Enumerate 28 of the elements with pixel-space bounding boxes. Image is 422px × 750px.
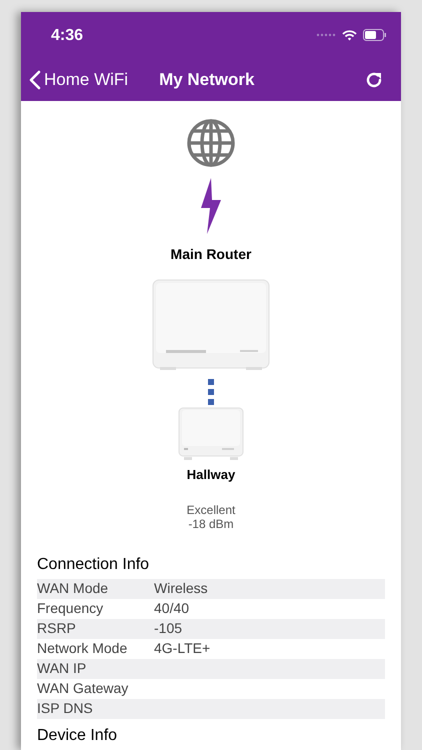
info-label: Frequency: [37, 599, 104, 618]
info-label: WAN Gateway: [37, 679, 130, 698]
info-label: WAN Mode: [37, 579, 110, 598]
section-title: Device Info: [37, 726, 118, 746]
device-name: Main Router: [170, 245, 252, 264]
info-value: 4G-LTE+: [154, 639, 210, 658]
chevron-left-icon: [29, 70, 41, 90]
info-value: 40/40: [154, 599, 190, 618]
signal-reading: -18 dBm: [188, 516, 234, 530]
lightning-icon: [199, 178, 223, 234]
screen-title: My Network: [159, 68, 254, 91]
info-value: Wireless: [154, 579, 208, 598]
signal-quality: Excellent: [186, 502, 236, 516]
device-name: Hallway: [186, 466, 236, 484]
info-value: -105: [154, 619, 182, 638]
section-title: Connection Info: [37, 554, 150, 574]
signal-icon: [316, 33, 336, 37]
info-label: WAN IP: [37, 659, 88, 678]
back-button[interactable]: Home WiFi: [29, 66, 128, 92]
info-label: ISP DNS: [37, 699, 94, 718]
wifi-icon: [342, 30, 357, 40]
info-label: RSRP: [37, 619, 77, 638]
status-time: 4:36: [51, 26, 84, 46]
battery-icon: [363, 29, 387, 41]
info-label: Network Mode: [37, 639, 128, 658]
globe-icon: [186, 118, 236, 168]
refresh-icon[interactable]: [365, 70, 383, 88]
connection-line: [208, 379, 214, 405]
